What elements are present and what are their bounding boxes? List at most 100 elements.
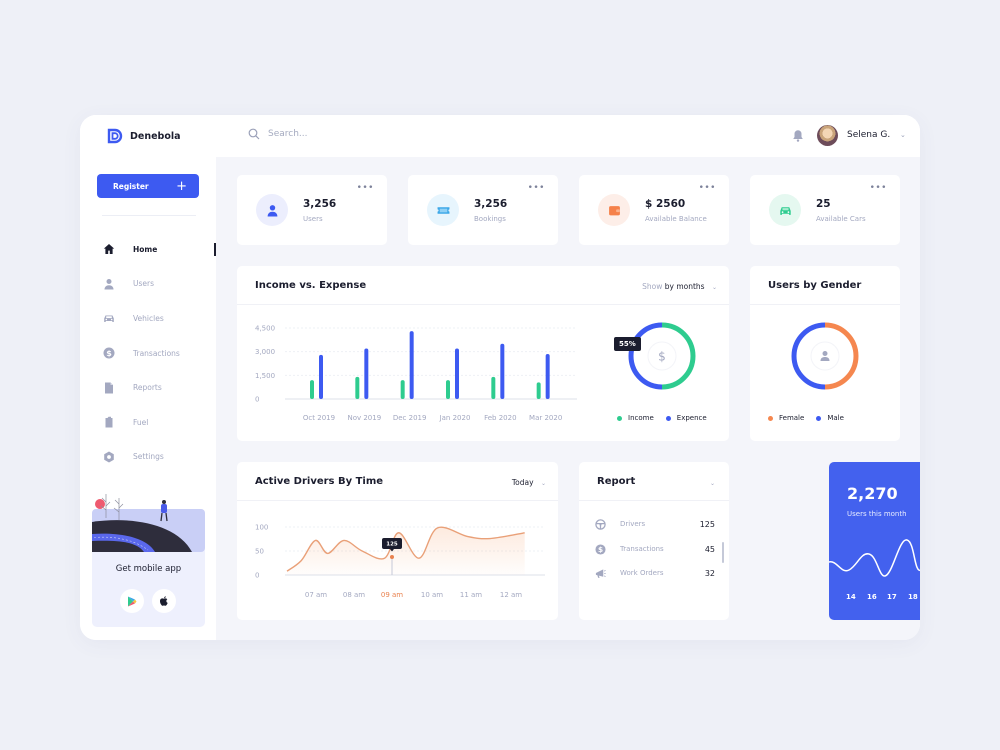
x-tick-label: Jan 2020 [439,414,471,422]
x-tick-label: 07 am [305,591,327,599]
dollar-circle-icon: $ [103,347,115,359]
sidebar-item-home[interactable]: Home [80,232,216,267]
card-header: Report ⌄ [579,462,729,501]
user-icon-head [822,351,828,356]
register-button[interactable]: Register + [97,174,199,198]
card-title: Users by Gender [768,280,862,291]
chevron-down-icon: ⌄ [711,284,717,291]
legend-dot [768,415,773,421]
report-row-transactions[interactable]: $ Transactions 45 [595,542,715,556]
user-name[interactable]: Selena G. [847,130,890,140]
sidebar-item-transactions[interactable]: $ Transactions [80,336,216,371]
expense-bar [500,343,505,399]
legend-label: Female [779,414,805,422]
y-tick-label: 3,000 [255,348,275,356]
chevron-down-icon: ⌄ [540,480,546,487]
avatar[interactable] [817,125,838,146]
report-row-work-orders[interactable]: Work Orders 32 [595,566,715,580]
report-label: Work Orders [620,569,664,577]
fuel-icon [105,417,113,428]
mobile-app-promo: Get mobile app [92,494,205,627]
user-icon [267,204,277,216]
income-expense-card: Income vs. Expense Show by months ⌄ 0 1,5… [237,266,729,441]
stat-label: Available Cars [816,215,866,223]
svg-text:$: $ [106,349,112,358]
x-tick-label: Oct 2019 [303,414,335,422]
sidebar-nav: Home Users Vehicles $ Transactions Repor… [80,232,216,474]
google-play-button[interactable] [120,589,144,613]
more-options-icon[interactable]: ••• [699,183,716,193]
sidebar-item-users[interactable]: Users [80,267,216,302]
chevron-down-icon: ⌄ [709,480,715,487]
card-title: Income vs. Expense [255,280,367,291]
income-expense-bar-chart: 0 1,500 3,000 4,500 Oct 2019 Nov 2019 Dec 2019… [255,325,577,422]
x-tick-label: Nov 2019 [347,414,381,422]
sidebar-item-vehicles[interactable]: Vehicles [80,301,216,336]
period-value: by months [664,282,705,291]
stat-icon-bg [769,194,801,226]
income-expense-legend: Income Expence [617,414,707,422]
bell-icon[interactable] [792,129,804,142]
logo[interactable]: Denebola [107,128,181,144]
income-bar [536,382,541,399]
gender-legend: Female Male [768,414,844,422]
users-gender-card: Users by Gender Female Male [750,266,900,441]
search-input[interactable] [268,129,428,139]
app-store-button[interactable] [152,589,176,613]
more-options-icon[interactable]: ••• [528,183,545,193]
report-label: Drivers [620,520,646,528]
scrollbar[interactable] [722,542,724,563]
home-icon [103,244,115,255]
time-filter-dropdown[interactable]: Today ⌄ [512,478,546,487]
filter-value: Today [511,478,534,487]
show-label: Show [642,282,663,291]
dollar-icon: $ [658,350,666,364]
car-icon [104,315,114,323]
report-row-drivers[interactable]: Drivers 125 [595,517,715,531]
sidebar-item-reports[interactable]: Reports [80,370,216,405]
day-label: 17 [887,593,897,601]
plus-icon: + [176,178,187,194]
y-tick-label: 50 [255,548,264,556]
report-value: 45 [704,544,715,554]
stat-icon-bg [256,194,288,226]
user-icon [104,278,114,290]
sidebar-item-fuel[interactable]: Fuel [80,405,216,440]
stat-value: 3,256 [303,198,337,210]
brand-name: Denebola [130,130,181,142]
sidebar-item-settings[interactable]: Settings [80,440,216,475]
stat-card-cars: 25 Available Cars ••• [750,175,900,245]
active-drivers-card: Active Drivers By Time Today ⌄ 0 50 100 07 … [237,462,558,620]
x-tick-label: 08 am [343,591,365,599]
car-icon [779,206,791,215]
expense-bar [455,348,459,399]
users-month-label: Users this month [847,510,907,518]
sidebar-item-label: Vehicles [133,313,164,323]
denebola-logo-icon [107,128,123,144]
y-tick-label: 1,500 [255,372,275,380]
main-content: 3,256 Users ••• 3,256 Bookings ••• $ 256… [216,157,920,640]
line-main [829,539,920,577]
sidebar-item-label: Reports [133,383,162,393]
day-label: 16 [867,593,877,601]
more-options-icon[interactable]: ••• [357,183,374,193]
card-header: Active Drivers By Time Today ⌄ [237,462,558,501]
promo-title: Get mobile app [115,564,182,574]
stat-card-balance: $ 2560 Available Balance ••• [579,175,729,245]
apple-icon [159,595,168,606]
legend-dot [617,415,622,421]
users-gender-donut [791,322,859,390]
report-dropdown[interactable]: ⌄ [705,478,715,487]
search-icon [248,128,260,140]
expense-bar [319,354,323,399]
legend-item-female: Female [768,414,804,422]
report-card: Report ⌄ Drivers 125 $ Transactions 45 W… [579,462,729,620]
sidebar-item-label: Fuel [133,417,149,427]
more-options-icon[interactable]: ••• [870,183,887,193]
report-value: 125 [699,519,715,529]
legend-item-male: Male [816,414,844,422]
chevron-down-icon[interactable]: ⌄ [900,131,906,139]
card-title: Report [597,476,636,487]
period-dropdown[interactable]: Show by months ⌄ [642,282,717,291]
income-bar [446,380,450,399]
